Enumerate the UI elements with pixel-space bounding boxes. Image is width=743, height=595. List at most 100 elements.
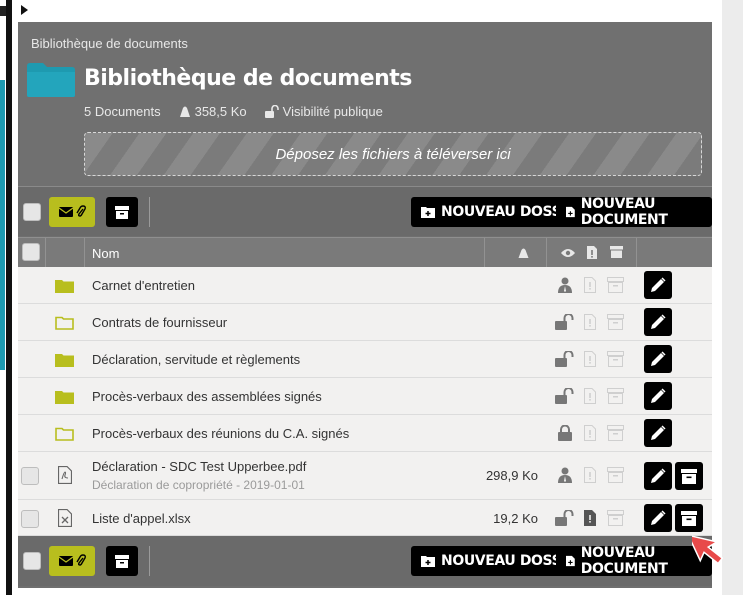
person-icon <box>558 467 572 483</box>
paperclip-icon <box>75 205 86 217</box>
file-alert-icon <box>584 467 596 483</box>
edit-button[interactable] <box>644 308 672 336</box>
pencil-icon <box>651 314 666 329</box>
archive-icon <box>607 314 624 330</box>
email-attachment-button[interactable] <box>49 197 95 227</box>
edit-button[interactable] <box>644 419 672 447</box>
header-checkbox-cell <box>18 238 46 268</box>
row-name[interactable]: Liste d'appel.xlsx <box>92 511 191 526</box>
archive-icon <box>115 554 129 568</box>
table-row[interactable]: Carnet d'entretien <box>18 267 712 304</box>
row-name[interactable]: Carnet d'entretien <box>92 278 195 293</box>
document-library-panel: Bibliothèque de documents Bibliothèque d… <box>18 22 712 588</box>
document-count: 5 Documents <box>84 104 161 119</box>
folder-plus-icon <box>421 207 435 218</box>
archive-icon <box>607 351 624 367</box>
eye-icon <box>561 249 575 257</box>
left-rail <box>0 0 18 595</box>
page-title: Bibliothèque de documents <box>84 66 412 91</box>
new-document-label: NOUVEAU DOCUMENT <box>580 545 668 577</box>
envelope-icon <box>58 556 73 566</box>
unlock-icon <box>555 351 574 367</box>
row-name[interactable]: Contrats de fournisseur <box>92 315 227 330</box>
header-name-cell[interactable] <box>85 238 485 268</box>
pencil-icon <box>651 277 666 292</box>
weight-icon <box>179 106 190 117</box>
unlock-icon <box>555 388 574 404</box>
unlock-icon <box>555 314 574 330</box>
folder-icon <box>55 354 74 367</box>
table-row[interactable]: Procès-verbaux des assemblées signés <box>18 378 712 415</box>
breadcrumb[interactable]: Bibliothèque de documents <box>31 36 188 51</box>
expand-arrow-icon[interactable] <box>21 5 28 15</box>
row-name[interactable]: Déclaration - SDC Test Upperbee.pdf <box>92 459 306 474</box>
new-document-button[interactable]: NOUVEAU DOCUMENT <box>556 196 712 228</box>
file-alert-icon <box>584 510 596 526</box>
archive-icon <box>607 388 624 404</box>
pdf-file-icon <box>58 466 72 484</box>
archive-icon <box>681 510 697 526</box>
select-all-checkbox[interactable] <box>23 552 41 570</box>
table-row[interactable]: Contrats de fournisseur <box>18 304 712 341</box>
archive-icon <box>681 468 697 484</box>
rail-divider <box>6 0 12 595</box>
archive-button[interactable] <box>106 197 138 227</box>
toolbar-divider <box>149 546 150 576</box>
archive-icon <box>610 246 623 258</box>
edit-button[interactable] <box>644 462 672 490</box>
edit-button[interactable] <box>644 504 672 532</box>
edit-button[interactable] <box>644 271 672 299</box>
edit-button[interactable] <box>644 345 672 373</box>
file-drop-zone[interactable]: Déposez les fichiers à téléverser ici <box>84 132 702 176</box>
folder-icon <box>55 280 74 293</box>
header-select-all-checkbox[interactable] <box>22 243 40 261</box>
row-name[interactable]: Procès-verbaux des assemblées signés <box>92 389 322 404</box>
unlock-icon <box>555 510 574 526</box>
email-attachment-button[interactable] <box>49 546 95 576</box>
new-document-button[interactable]: NOUVEAU DOCUMENT <box>556 545 712 577</box>
bottom-toolbar: NOUVEAU DOSSIER NOUVEAU DOCUMENT <box>18 536 712 586</box>
drop-zone-label: Déposez les fichiers à téléverser ici <box>275 145 511 163</box>
excel-file-icon <box>58 509 72 527</box>
pencil-icon <box>651 510 666 525</box>
table-row[interactable]: Déclaration, servitude et règlements <box>18 341 712 378</box>
row-name[interactable]: Procès-verbaux des réunions du C.A. sign… <box>92 426 349 441</box>
file-plus-icon <box>566 206 575 218</box>
edit-button[interactable] <box>644 382 672 410</box>
table-header: Nom <box>18 237 712 268</box>
table-row[interactable]: Procès-verbaux des réunions du C.A. sign… <box>18 415 712 452</box>
header-size-cell[interactable] <box>485 238 547 268</box>
archive-icon <box>607 277 624 293</box>
file-plus-icon <box>566 555 575 567</box>
toolbar-divider <box>149 197 150 227</box>
file-alert-icon <box>587 246 597 259</box>
file-alert-icon <box>584 351 596 367</box>
total-size: 358,5 Ko <box>194 104 247 119</box>
pencil-icon <box>651 425 666 440</box>
row-size: 19,2 Ko <box>493 511 538 526</box>
file-alert-icon <box>584 277 596 293</box>
rail-accent <box>0 80 5 370</box>
pencil-icon <box>651 351 666 366</box>
folder-outline-icon <box>55 427 74 441</box>
right-scroll-gutter <box>722 0 743 595</box>
archive-icon <box>607 467 624 483</box>
row-checkbox[interactable] <box>21 467 39 485</box>
row-description: Déclaration de copropriété - 2019-01-01 <box>92 478 305 492</box>
new-document-label: NOUVEAU DOCUMENT <box>580 196 668 228</box>
header-type-cell <box>46 238 85 268</box>
table-row[interactable]: Liste d'appel.xlsx 19,2 Ko <box>18 500 712 536</box>
row-name[interactable]: Déclaration, servitude et règlements <box>92 352 300 367</box>
archive-button[interactable] <box>106 546 138 576</box>
table-row[interactable]: Déclaration - SDC Test Upperbee.pdf Décl… <box>18 452 712 500</box>
paperclip-icon <box>75 554 86 566</box>
archive-button[interactable] <box>675 462 703 490</box>
folder-icon <box>27 63 75 97</box>
column-name-header[interactable]: Nom <box>92 246 119 261</box>
row-checkbox[interactable] <box>21 510 39 528</box>
select-all-checkbox[interactable] <box>23 203 41 221</box>
folder-outline-icon <box>55 316 74 330</box>
envelope-icon <box>58 207 73 217</box>
visibility-label: Visibilité publique <box>282 104 383 119</box>
unlock-icon <box>264 105 279 118</box>
